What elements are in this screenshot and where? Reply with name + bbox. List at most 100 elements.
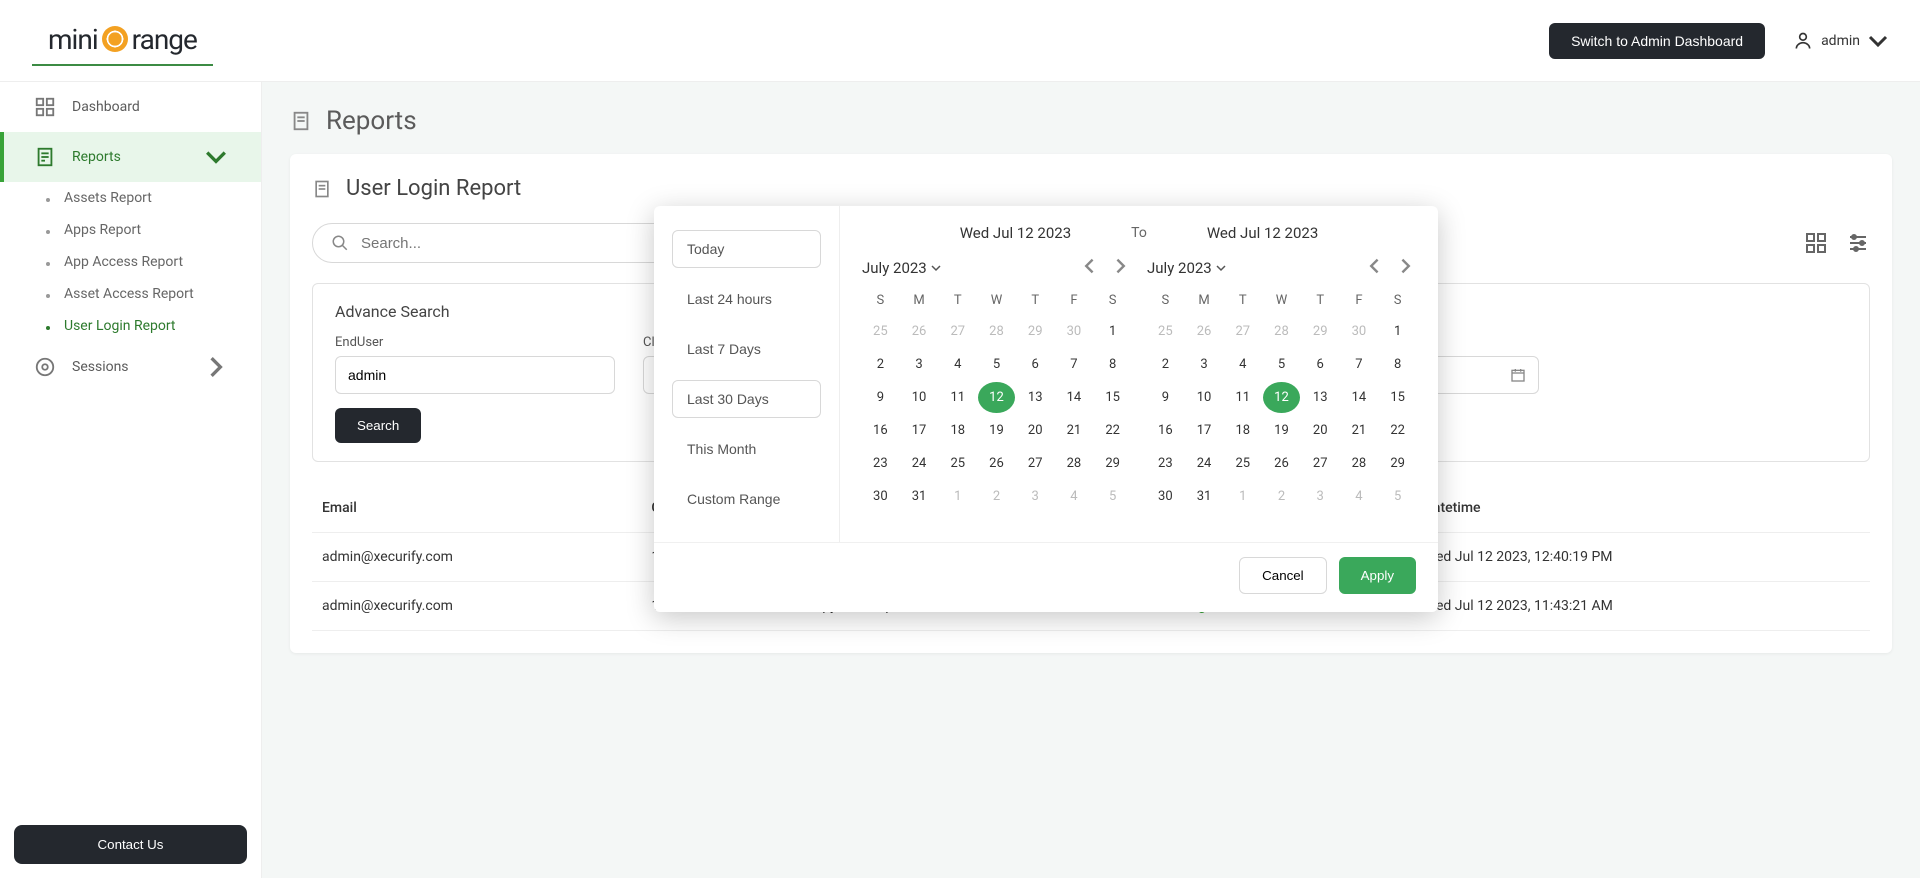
enduser-input[interactable] bbox=[348, 367, 602, 383]
calendar-day[interactable]: 25 bbox=[1147, 316, 1184, 347]
calendar-day[interactable]: 9 bbox=[862, 382, 899, 413]
calendar-day[interactable]: 12 bbox=[978, 382, 1015, 413]
calendar-day[interactable]: 4 bbox=[1056, 481, 1093, 512]
calendar-day[interactable]: 2 bbox=[1263, 481, 1300, 512]
next-month-button[interactable] bbox=[1107, 254, 1131, 281]
calendar-day[interactable]: 16 bbox=[1147, 415, 1184, 446]
calendar-day[interactable]: 20 bbox=[1302, 415, 1339, 446]
calendar-day[interactable]: 6 bbox=[1302, 349, 1339, 380]
prev-month-button[interactable] bbox=[1364, 254, 1388, 281]
search-input-wrap[interactable] bbox=[312, 223, 712, 263]
sidebar-sub-apps-report[interactable]: Apps Report bbox=[0, 214, 261, 246]
calendar-day[interactable]: 29 bbox=[1379, 448, 1416, 479]
calendar-day[interactable]: 19 bbox=[1263, 415, 1300, 446]
calendar-day[interactable]: 30 bbox=[1147, 481, 1184, 512]
contact-us-button[interactable]: Contact Us bbox=[14, 825, 247, 864]
calendar-day[interactable]: 23 bbox=[862, 448, 899, 479]
calendar-day[interactable]: 1 bbox=[1379, 316, 1416, 347]
calendar-day[interactable]: 27 bbox=[939, 316, 976, 347]
calendar-day[interactable]: 29 bbox=[1017, 316, 1054, 347]
calendar-day[interactable]: 30 bbox=[862, 481, 899, 512]
calendar-day[interactable]: 26 bbox=[1263, 448, 1300, 479]
calendar-day[interactable]: 31 bbox=[901, 481, 938, 512]
calendar-day[interactable]: 24 bbox=[901, 448, 938, 479]
calendar-day[interactable]: 29 bbox=[1094, 448, 1131, 479]
calendar-day[interactable]: 13 bbox=[1017, 382, 1054, 413]
calendar-day[interactable]: 17 bbox=[901, 415, 938, 446]
calendar-day[interactable]: 21 bbox=[1341, 415, 1378, 446]
calendar-day[interactable]: 24 bbox=[1186, 448, 1223, 479]
calendar-day[interactable]: 20 bbox=[1017, 415, 1054, 446]
calendar-day[interactable]: 19 bbox=[978, 415, 1015, 446]
calendar-day[interactable]: 21 bbox=[1056, 415, 1093, 446]
calendar-day[interactable]: 2 bbox=[1147, 349, 1184, 380]
calendar-day[interactable]: 10 bbox=[901, 382, 938, 413]
apply-button[interactable]: Apply bbox=[1339, 557, 1416, 594]
calendar-day[interactable]: 3 bbox=[1186, 349, 1223, 380]
calendar-day[interactable]: 26 bbox=[1186, 316, 1223, 347]
sidebar-sub-asset-access-report[interactable]: Asset Access Report bbox=[0, 278, 261, 310]
calendar-day[interactable]: 30 bbox=[1341, 316, 1378, 347]
calendar-day[interactable]: 26 bbox=[978, 448, 1015, 479]
calendar-day[interactable]: 11 bbox=[939, 382, 976, 413]
calendar-day[interactable]: 25 bbox=[1224, 448, 1261, 479]
calendar-day[interactable]: 10 bbox=[1186, 382, 1223, 413]
preset-today[interactable]: Today bbox=[672, 230, 821, 268]
calendar-day[interactable]: 29 bbox=[1302, 316, 1339, 347]
calendar-day[interactable]: 31 bbox=[1186, 481, 1223, 512]
calendar-day[interactable]: 1 bbox=[939, 481, 976, 512]
calendar-day[interactable]: 5 bbox=[1263, 349, 1300, 380]
calendar-day[interactable]: 5 bbox=[978, 349, 1015, 380]
preset-this-month[interactable]: This Month bbox=[672, 430, 821, 468]
calendar-day[interactable]: 30 bbox=[1056, 316, 1093, 347]
calendar-day[interactable]: 8 bbox=[1094, 349, 1131, 380]
calendar-day[interactable]: 7 bbox=[1056, 349, 1093, 380]
calendar-day[interactable]: 22 bbox=[1094, 415, 1131, 446]
calendar-day[interactable]: 3 bbox=[1017, 481, 1054, 512]
sidebar-item-dashboard[interactable]: Dashboard bbox=[0, 82, 261, 132]
calendar-day[interactable]: 25 bbox=[862, 316, 899, 347]
calendar-day[interactable]: 28 bbox=[1341, 448, 1378, 479]
calendar-day[interactable]: 28 bbox=[978, 316, 1015, 347]
calendar-day[interactable]: 23 bbox=[1147, 448, 1184, 479]
sidebar-sub-app-access-report[interactable]: App Access Report bbox=[0, 246, 261, 278]
calendar-day[interactable]: 28 bbox=[1056, 448, 1093, 479]
calendar-day[interactable]: 2 bbox=[862, 349, 899, 380]
sidebar-sub-user-login-report[interactable]: User Login Report bbox=[0, 310, 261, 342]
calendar-day[interactable]: 11 bbox=[1224, 382, 1261, 413]
calendar-day[interactable]: 8 bbox=[1379, 349, 1416, 380]
preset-last-30-days[interactable]: Last 30 Days bbox=[672, 380, 821, 418]
search-button[interactable]: Search bbox=[335, 408, 421, 443]
sidebar-sub-assets-report[interactable]: Assets Report bbox=[0, 182, 261, 214]
calendar-day[interactable]: 25 bbox=[939, 448, 976, 479]
calendar-day[interactable]: 4 bbox=[1224, 349, 1261, 380]
calendar-day[interactable]: 5 bbox=[1094, 481, 1131, 512]
calendar-day[interactable]: 14 bbox=[1056, 382, 1093, 413]
settings-icon[interactable] bbox=[1846, 231, 1870, 255]
calendar-day[interactable]: 27 bbox=[1017, 448, 1054, 479]
calendar-day[interactable]: 18 bbox=[939, 415, 976, 446]
calendar-day[interactable]: 2 bbox=[978, 481, 1015, 512]
calendar-day[interactable]: 13 bbox=[1302, 382, 1339, 413]
calendar-day[interactable]: 26 bbox=[901, 316, 938, 347]
calendar-day[interactable]: 27 bbox=[1224, 316, 1261, 347]
search-input[interactable] bbox=[361, 235, 693, 252]
calendar-day[interactable]: 12 bbox=[1263, 382, 1300, 413]
calendar-day[interactable]: 6 bbox=[1017, 349, 1054, 380]
calendar-day[interactable]: 7 bbox=[1341, 349, 1378, 380]
calendar-day[interactable]: 1 bbox=[1094, 316, 1131, 347]
calendar-day[interactable]: 15 bbox=[1379, 382, 1416, 413]
month-year-from[interactable]: July 2023 bbox=[862, 259, 941, 277]
calendar-day[interactable]: 14 bbox=[1341, 382, 1378, 413]
logo[interactable]: mini range bbox=[32, 15, 213, 66]
preset-custom-range[interactable]: Custom Range bbox=[672, 480, 821, 518]
calendar-day[interactable]: 4 bbox=[1341, 481, 1378, 512]
switch-dashboard-button[interactable]: Switch to Admin Dashboard bbox=[1549, 23, 1765, 59]
calendar-day[interactable]: 3 bbox=[901, 349, 938, 380]
calendar-day[interactable]: 4 bbox=[939, 349, 976, 380]
calendar-day[interactable]: 27 bbox=[1302, 448, 1339, 479]
calendar-day[interactable]: 15 bbox=[1094, 382, 1131, 413]
calendar-day[interactable]: 28 bbox=[1263, 316, 1300, 347]
calendar-day[interactable]: 18 bbox=[1224, 415, 1261, 446]
preset-last-24-hours[interactable]: Last 24 hours bbox=[672, 280, 821, 318]
